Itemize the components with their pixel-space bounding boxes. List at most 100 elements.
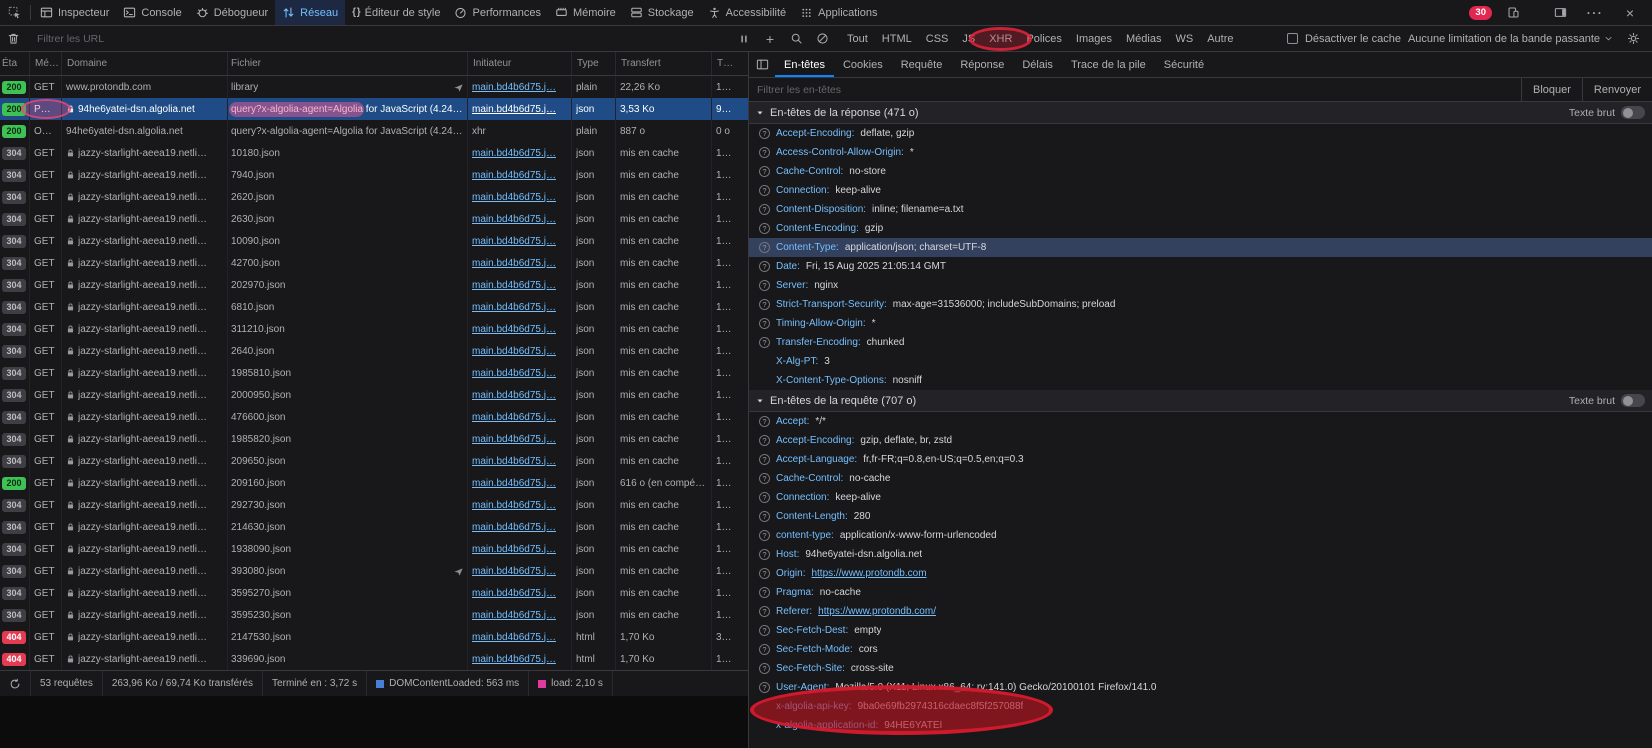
help-icon[interactable]: ?: [759, 549, 770, 560]
request-row[interactable]: 304GETjazzy-starlight-aeea19.netli…39308…: [0, 560, 748, 582]
header-row[interactable]: ?Content-Dispositioninline; filename=a.t…: [749, 200, 1652, 219]
help-icon[interactable]: ?: [759, 511, 770, 522]
initiator-link[interactable]: main.bd4b6d75.j…: [472, 280, 556, 291]
tool-tab-inspecteur[interactable]: Inspecteur: [33, 0, 116, 25]
request-row[interactable]: 304GETjazzy-starlight-aeea19.netli…29273…: [0, 494, 748, 516]
tool-tab-applications[interactable]: Applications: [793, 0, 884, 25]
tool-tab-console[interactable]: Console: [116, 0, 188, 25]
header-row[interactable]: ?Accept*/*: [749, 412, 1652, 431]
initiator-link[interactable]: main.bd4b6d75.j…: [472, 368, 556, 379]
tool-tab-stockage[interactable]: Stockage: [623, 0, 701, 25]
column-header-domain[interactable]: Domaine: [62, 52, 228, 75]
request-row[interactable]: 304GETjazzy-starlight-aeea19.netli…2640.…: [0, 340, 748, 362]
column-header-file[interactable]: Fichier: [228, 52, 468, 75]
help-icon[interactable]: ?: [759, 337, 770, 348]
help-icon[interactable]: ?: [759, 682, 770, 693]
request-filter-m-dias[interactable]: Médias: [1120, 31, 1167, 47]
domcontentloaded-time[interactable]: DOMContentLoaded: 563 ms: [367, 671, 529, 696]
pause-recording-button[interactable]: [731, 26, 757, 51]
request-filter-css[interactable]: CSS: [920, 31, 955, 47]
header-row[interactable]: ?Content-Length280: [749, 507, 1652, 526]
request-row[interactable]: 304GETjazzy-starlight-aeea19.netli…35952…: [0, 582, 748, 604]
close-devtools-button[interactable]: ×: [1616, 6, 1644, 20]
request-row[interactable]: 304GETjazzy-starlight-aeea19.netli…7940.…: [0, 164, 748, 186]
raw-toggle-switch[interactable]: [1621, 394, 1645, 407]
tool-tab-r-seau[interactable]: Réseau: [275, 0, 345, 25]
header-row[interactable]: ?User-AgentMozilla/5.0 (X11; Linux x86_6…: [749, 678, 1652, 697]
initiator-link[interactable]: main.bd4b6d75.j…: [472, 324, 556, 335]
request-row[interactable]: 304GETjazzy-starlight-aeea19.netli…2620.…: [0, 186, 748, 208]
help-icon[interactable]: ?: [759, 242, 770, 253]
column-header-type[interactable]: Type: [572, 52, 616, 75]
initiator-link[interactable]: main.bd4b6d75.j…: [472, 236, 556, 247]
help-icon[interactable]: ?: [759, 435, 770, 446]
request-filter-images[interactable]: Images: [1070, 31, 1118, 47]
initiator-link[interactable]: main.bd4b6d75.j…: [472, 632, 556, 643]
header-row[interactable]: ?Refererhttps://www.protondb.com/: [749, 602, 1652, 621]
network-settings-button[interactable]: [1620, 32, 1646, 45]
request-filter-html[interactable]: HTML: [876, 31, 918, 47]
requests-count[interactable]: 53 requêtes: [31, 671, 103, 696]
column-header-method[interactable]: Mé…: [30, 52, 62, 75]
request-row[interactable]: 304GETjazzy-starlight-aeea19.netli…20965…: [0, 450, 748, 472]
header-row[interactable]: ?Servernginx: [749, 276, 1652, 295]
block-requests-button[interactable]: [809, 26, 835, 51]
help-icon[interactable]: ?: [759, 663, 770, 674]
help-icon[interactable]: ?: [759, 416, 770, 427]
request-filter-polices[interactable]: Polices: [1020, 31, 1067, 47]
header-row[interactable]: ?Sec-Fetch-Sitecross-site: [749, 659, 1652, 678]
load-time[interactable]: load: 2,10 s: [529, 671, 613, 696]
initiator-link[interactable]: main.bd4b6d75.j…: [472, 412, 556, 423]
header-row[interactable]: ?Timing-Allow-Origin*: [749, 314, 1652, 333]
request-row[interactable]: 304GETjazzy-starlight-aeea19.netli…20297…: [0, 274, 748, 296]
request-filter-tout[interactable]: Tout: [841, 31, 874, 47]
header-row[interactable]: ?Access-Control-Allow-Origin*: [749, 143, 1652, 162]
help-icon[interactable]: ?: [759, 185, 770, 196]
column-header-status[interactable]: Éta: [0, 52, 30, 75]
header-row[interactable]: ?Connectionkeep-alive: [749, 488, 1652, 507]
clear-requests-button[interactable]: [0, 26, 26, 51]
headers-filter-input[interactable]: [757, 84, 1513, 96]
request-row[interactable]: 304GETjazzy-starlight-aeea19.netli…2630.…: [0, 208, 748, 230]
help-icon[interactable]: ?: [759, 473, 770, 484]
details-tab-requ-te[interactable]: Requête: [892, 52, 952, 77]
help-icon[interactable]: ?: [759, 492, 770, 503]
help-icon[interactable]: ?: [759, 261, 770, 272]
error-count-badge[interactable]: 30: [1469, 6, 1492, 20]
initiator-link[interactable]: main.bd4b6d75.j…: [472, 82, 556, 93]
initiator-link[interactable]: main.bd4b6d75.j…: [472, 148, 556, 159]
header-row[interactable]: ?Accept-Encodinggzip, deflate, br, zstd: [749, 431, 1652, 450]
details-tab-trace-de-la-pile[interactable]: Trace de la pile: [1062, 52, 1155, 77]
details-tab-en-t-tes[interactable]: En-têtes: [775, 52, 834, 77]
header-row[interactable]: ?Accept-Languagefr,fr-FR;q=0.8,en-US;q=0…: [749, 450, 1652, 469]
initiator-link[interactable]: main.bd4b6d75.j…: [472, 478, 556, 489]
header-row[interactable]: ?Cache-Controlno-store: [749, 162, 1652, 181]
request-filter-xhr[interactable]: XHR: [983, 31, 1018, 47]
split-panel-button[interactable]: [749, 52, 775, 77]
request-row[interactable]: 304GETjazzy-starlight-aeea19.netli…6810.…: [0, 296, 748, 318]
help-icon[interactable]: ?: [759, 147, 770, 158]
help-icon[interactable]: ?: [759, 454, 770, 465]
column-header-size[interactable]: T…: [712, 52, 748, 75]
initiator-link[interactable]: main.bd4b6d75.j…: [472, 522, 556, 533]
request-row[interactable]: 304GETjazzy-starlight-aeea19.netli…10090…: [0, 230, 748, 252]
header-row[interactable]: ?Pragmano-cache: [749, 583, 1652, 602]
throttling-select[interactable]: Aucune limitation de la bande passante: [1408, 33, 1613, 45]
initiator-link[interactable]: main.bd4b6d75.j…: [472, 302, 556, 313]
request-row[interactable]: 304GETjazzy-starlight-aeea19.netli…10180…: [0, 142, 748, 164]
header-row[interactable]: x-algolia-application-id94HE6YATEI: [749, 716, 1652, 735]
header-row[interactable]: ?Accept-Encodingdeflate, gzip: [749, 124, 1652, 143]
header-row[interactable]: X-Alg-PT3: [749, 352, 1652, 371]
responsive-mode-button[interactable]: [1499, 6, 1527, 19]
request-row[interactable]: 304GETjazzy-starlight-aeea19.netli…21463…: [0, 516, 748, 538]
devtools-menu-button[interactable]: ···: [1581, 7, 1609, 19]
column-header-transfer[interactable]: Transfert: [616, 52, 712, 75]
help-icon[interactable]: ?: [759, 299, 770, 310]
finish-time[interactable]: Terminé en : 3,72 s: [263, 671, 367, 696]
request-row[interactable]: 304GETjazzy-starlight-aeea19.netli…20009…: [0, 384, 748, 406]
help-icon[interactable]: ?: [759, 280, 770, 291]
details-tab-s-curit-[interactable]: Sécurité: [1155, 52, 1213, 77]
help-icon[interactable]: ?: [759, 166, 770, 177]
header-row[interactable]: X-Content-Type-Optionsnosniff: [749, 371, 1652, 390]
response-headers-section-header[interactable]: En-têtes de la réponse (471 o) Texte bru…: [749, 102, 1652, 124]
